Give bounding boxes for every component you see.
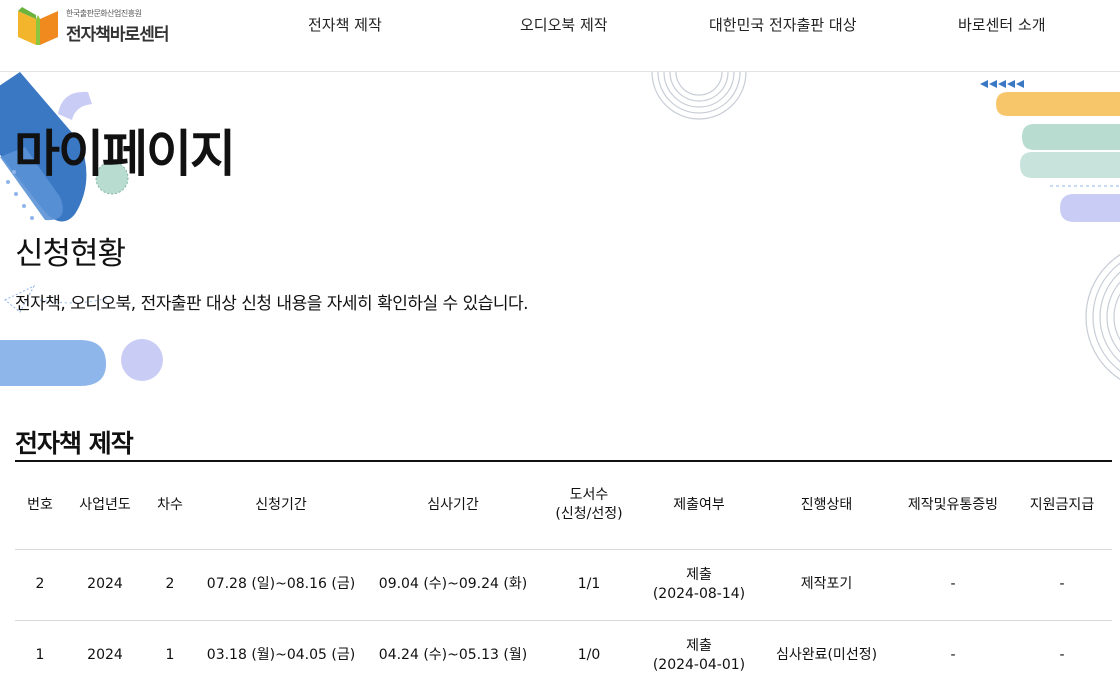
column-header: 도서수 (신청/선정) <box>555 487 623 523</box>
cell-round: 2 <box>165 576 175 592</box>
cell-payment: - <box>1059 576 1065 592</box>
ebook-table-title: 전자책 제작 <box>15 429 134 458</box>
column-header: 차수 <box>157 496 183 513</box>
cell-status: 심사완료(미선정) <box>775 647 878 664</box>
cell-review-period: 04.24 (수)~05.13 (월) <box>378 647 528 664</box>
cell-apply-period: 03.18 (월)~04.05 (금) <box>206 647 356 664</box>
cell-book-count: 1/1 <box>577 576 601 592</box>
cell-review-period: 09.04 (수)~09.24 (화) <box>378 576 528 592</box>
section-description: 전자책, 오디오북, 전자출판 대상 신청 내용을 자세히 확인하실 수 있습니… <box>15 294 529 314</box>
column-header: 제작및유통증빙 <box>907 496 999 513</box>
nav-award[interactable]: 대한민국 전자출판 대상 <box>709 14 857 35</box>
cell-proof: - <box>950 647 956 664</box>
nav-ebook[interactable]: 전자책 제작 <box>308 14 382 35</box>
cell-proof: - <box>950 576 956 592</box>
nav-about[interactable]: 바로센터 소개 <box>958 14 1046 35</box>
cell-number: 2 <box>35 576 45 592</box>
column-header: 신청기간 <box>255 496 307 513</box>
cell-round: 1 <box>165 647 175 664</box>
column-header: 심사기간 <box>427 496 479 513</box>
cell-status: 제작포기 <box>800 576 853 592</box>
column-header: 지원금지급 <box>1029 496 1095 513</box>
table-row[interactable]: 2 2024 2 07.28 (일)~08.16 (금) 09.04 (수)~0… <box>15 549 1112 620</box>
column-header: 진행상태 <box>800 496 853 513</box>
cell-year: 2024 <box>87 576 123 592</box>
table-header-row: 번호 사업년도 차수 신청기간 심사기간 도서수 (신청/선정) 제출여부 진행… <box>15 461 1112 549</box>
ebook-table: 번호 사업년도 차수 신청기간 심사기간 도서수 (신청/선정) 제출여부 진행… <box>15 460 1112 690</box>
page-title: 마이페이지 <box>14 125 236 183</box>
column-header: 사업년도 <box>79 496 131 513</box>
section-title: 신청현황 <box>15 236 126 272</box>
page: 한국출판문화산업진흥원 전자책바로센터 전자책 제작 오디오북 제작 대한민국 … <box>0 0 1120 690</box>
table-row[interactable]: 1 2024 1 03.18 (월)~04.05 (금) 04.24 (수)~0… <box>15 620 1112 690</box>
cell-submission: 제출 (2024-04-01) <box>652 637 746 673</box>
cell-number: 1 <box>35 647 45 664</box>
cell-book-count: 1/0 <box>577 647 601 664</box>
nav-audiobook[interactable]: 오디오북 제작 <box>520 14 608 35</box>
cell-submission: 제출 (2024-08-14) <box>652 566 746 602</box>
column-header: 제출여부 <box>673 496 725 513</box>
cell-apply-period: 07.28 (일)~08.16 (금) <box>206 576 356 592</box>
cell-payment: - <box>1059 647 1065 664</box>
cell-year: 2024 <box>87 647 123 664</box>
column-header: 번호 <box>27 496 53 513</box>
site-header: 한국출판문화산업진흥원 전자책바로센터 전자책 제작 오디오북 제작 대한민국 … <box>0 0 1120 72</box>
main-nav: 전자책 제작 오디오북 제작 대한민국 전자출판 대상 바로센터 소개 <box>0 14 1120 34</box>
